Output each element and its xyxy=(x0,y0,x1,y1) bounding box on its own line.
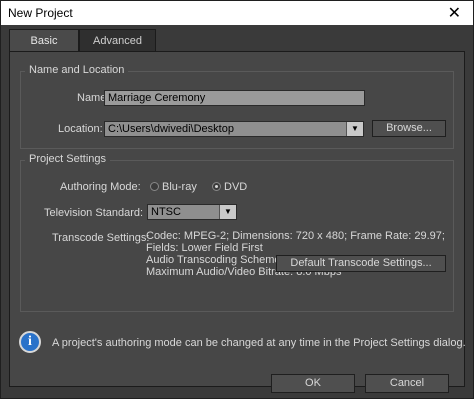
name-field[interactable]: Marriage Ceremony xyxy=(104,90,365,106)
transcode-line: Fields: Lower Field First xyxy=(146,242,263,254)
location-label: Location: xyxy=(58,123,103,135)
dvd-label[interactable]: DVD xyxy=(224,181,247,193)
title-bar: New Project ✕ xyxy=(1,1,473,25)
location-dropdown[interactable]: C:\Users\dwivedi\Desktop ▼ xyxy=(104,121,364,137)
chevron-down-icon[interactable]: ▼ xyxy=(346,122,363,136)
project-settings-legend: Project Settings xyxy=(25,153,111,165)
new-project-dialog: New Project ✕ Basic Advanced Name and Lo… xyxy=(0,0,474,399)
info-message: A project's authoring mode can be change… xyxy=(52,337,466,349)
transcode-line: Codec: MPEG-2; Dimensions: 720 x 480; Fr… xyxy=(146,230,445,242)
close-icon[interactable]: ✕ xyxy=(448,3,461,23)
tab-advanced[interactable]: Advanced xyxy=(79,29,156,51)
name-location-legend: Name and Location xyxy=(25,64,129,76)
default-transcode-settings-button[interactable]: Default Transcode Settings... xyxy=(276,255,446,272)
tv-standard-dropdown[interactable]: NTSC ▼ xyxy=(147,204,237,220)
blu-ray-radio[interactable] xyxy=(150,182,159,191)
name-location-group: Name and Location xyxy=(20,64,454,149)
chevron-down-icon[interactable]: ▼ xyxy=(219,205,236,219)
ok-button[interactable]: OK xyxy=(271,374,355,393)
blu-ray-label[interactable]: Blu-ray xyxy=(162,181,197,193)
info-icon: i xyxy=(19,331,41,353)
tv-standard-value: NTSC xyxy=(151,206,181,218)
cancel-button[interactable]: Cancel xyxy=(365,374,449,393)
transcode-settings-label: Transcode Settings: xyxy=(52,232,150,244)
dvd-radio[interactable] xyxy=(212,182,221,191)
authoring-mode-label: Authoring Mode: xyxy=(60,181,141,193)
browse-button[interactable]: Browse... xyxy=(372,120,446,137)
tab-basic[interactable]: Basic xyxy=(9,29,79,51)
tv-standard-label: Television Standard: xyxy=(44,207,144,219)
window-title: New Project xyxy=(8,6,73,20)
location-value: C:\Users\dwivedi\Desktop xyxy=(108,123,234,135)
